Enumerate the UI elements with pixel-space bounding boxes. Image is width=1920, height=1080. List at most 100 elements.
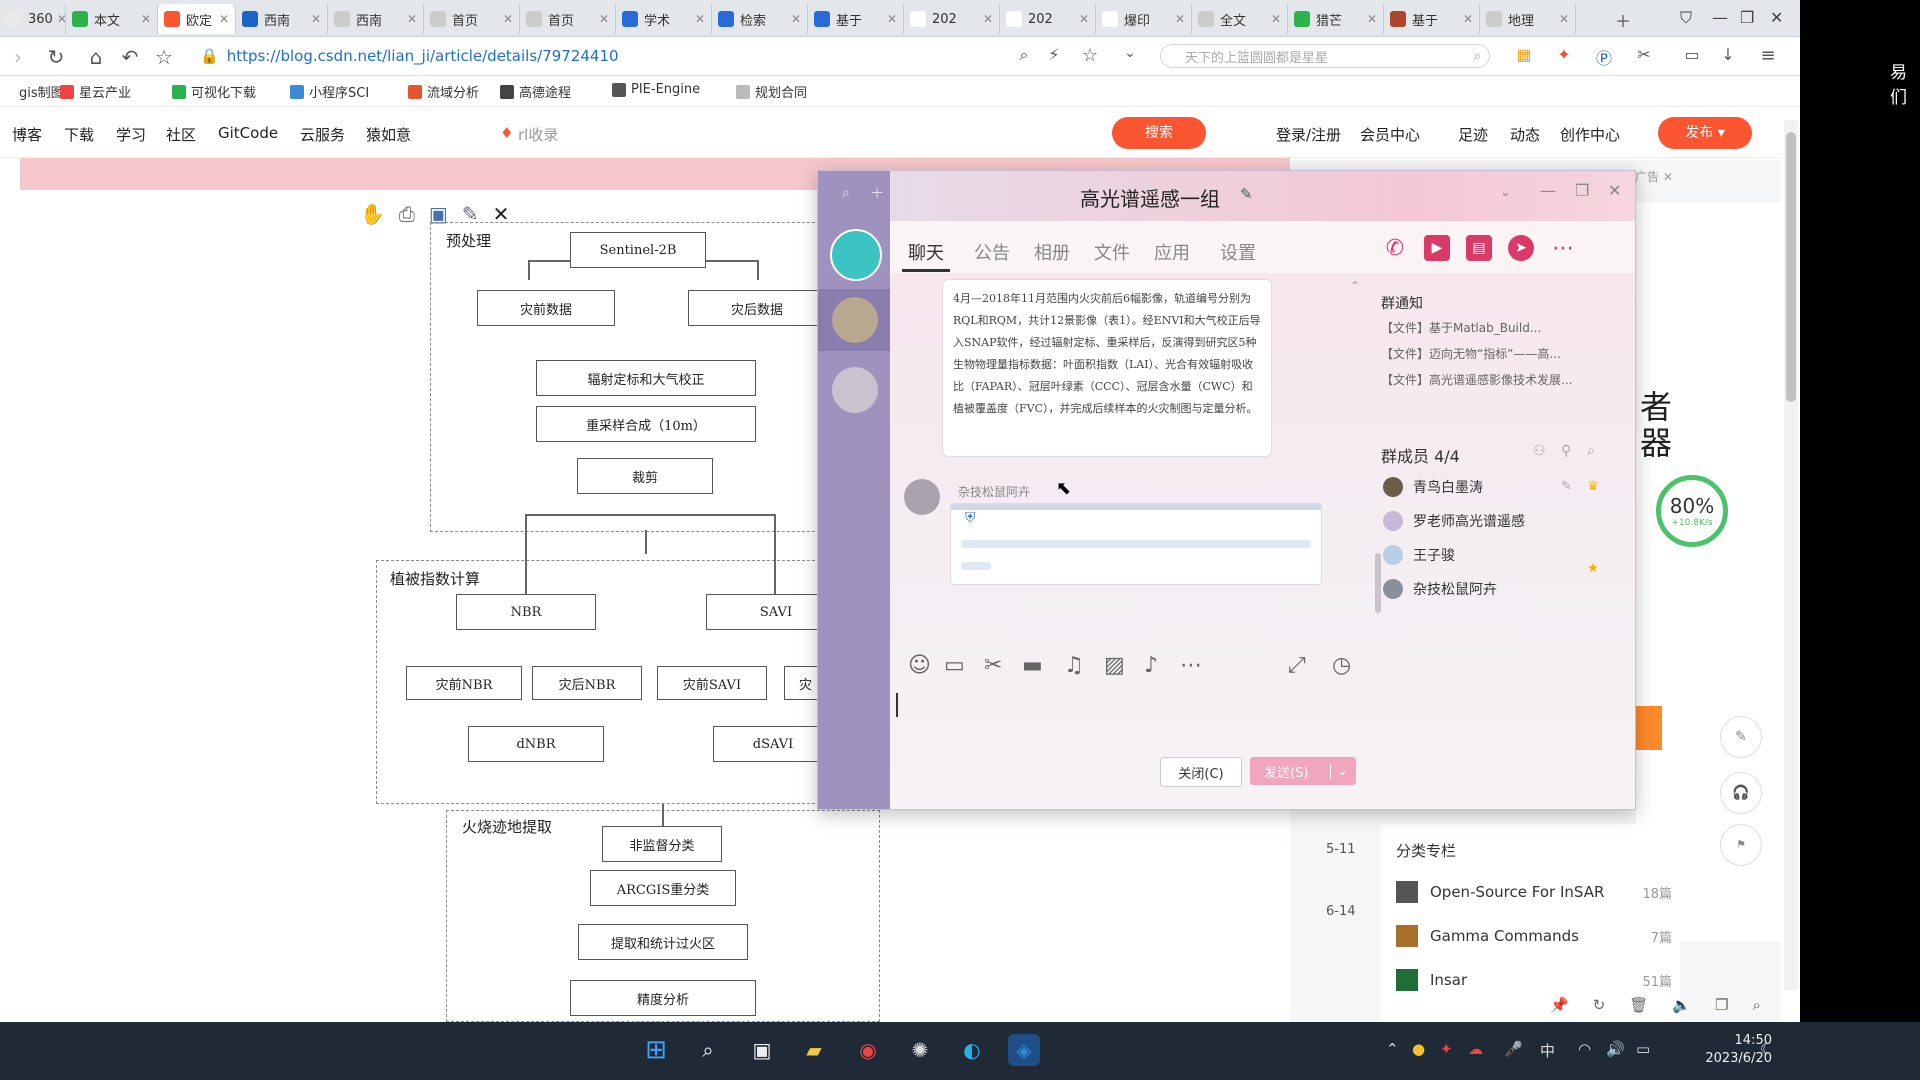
edit-icon[interactable]: ✎ — [1240, 185, 1253, 203]
share-icon[interactable]: ➤ — [1508, 235, 1534, 261]
conversation-selected[interactable] — [818, 289, 890, 351]
tab[interactable]: 地理 ✕ — [1480, 4, 1576, 34]
battery-icon[interactable]: ▭ — [1636, 1040, 1650, 1058]
category-item[interactable]: Insar 51篇 — [1396, 968, 1672, 992]
window-icon[interactable]: ❐ — [1715, 996, 1728, 1014]
undo-icon[interactable]: ↶ — [118, 45, 142, 69]
report-icon[interactable]: ⚑ — [1720, 824, 1762, 866]
refresh-icon[interactable]: ↻ — [1593, 996, 1606, 1014]
home-icon[interactable]: ⌂ — [84, 45, 108, 69]
close-icon[interactable]: ✕ — [307, 12, 321, 26]
publish-button[interactable]: 发布 ▾ — [1658, 117, 1752, 149]
file-card[interactable]: ⛨ — [950, 503, 1322, 585]
pin-icon[interactable]: 📌 — [1550, 996, 1569, 1014]
chevron-down-icon[interactable]: ⌄ — [1118, 45, 1142, 61]
site-nav-item[interactable]: 云服务 — [300, 124, 345, 145]
close-icon[interactable]: ✕ — [1075, 12, 1089, 26]
clock-icon[interactable]: ◷ — [1332, 653, 1351, 678]
close-icon[interactable]: ✕ — [137, 12, 151, 26]
volume-icon[interactable]: 🔊 — [1606, 1040, 1625, 1058]
tray-app-icon[interactable]: ☁ — [1468, 1040, 1483, 1058]
bell-icon[interactable]: ♪ — [1144, 653, 1158, 678]
orange-button[interactable] — [1636, 706, 1662, 750]
windows-start-icon[interactable]: ⊞ — [640, 1034, 672, 1066]
screen-share-icon[interactable]: ▤ — [1466, 235, 1492, 261]
minimize-button[interactable]: — — [1540, 181, 1556, 200]
tab[interactable]: 学术 ✕ — [616, 4, 712, 34]
more-icon[interactable]: ⋯ — [1180, 653, 1202, 678]
tab[interactable]: 202 ✕ — [1000, 4, 1096, 34]
scrollbar[interactable] — [1784, 120, 1798, 990]
tab[interactable]: 基于 ✕ — [808, 4, 904, 34]
qq-icon[interactable]: ◈ — [1008, 1034, 1040, 1066]
edit-icon[interactable]: ✎ — [1561, 479, 1572, 494]
chat-tab[interactable]: 设置 — [1220, 239, 1256, 265]
close-icon[interactable]: ✕ — [1363, 12, 1377, 26]
bookmark-item[interactable]: PIE-Engine — [612, 82, 700, 97]
maximize-button[interactable]: ❐ — [1740, 8, 1754, 27]
sender-avatar[interactable] — [904, 479, 940, 515]
url-field[interactable]: 🔒 https://blog.csdn.net/lian_ji/article/… — [200, 43, 1000, 69]
network-speed-widget[interactable]: 80% +10.8K/s — [1656, 475, 1728, 547]
chevron-down-icon[interactable]: ⌄ — [1500, 185, 1511, 200]
close-icon[interactable]: ✕ — [883, 12, 897, 26]
chevron-up-icon[interactable]: ⌃ — [1386, 1040, 1399, 1058]
bookmark-item[interactable]: 小程序SCI — [290, 82, 369, 101]
close-button[interactable]: 关闭(C) — [1160, 757, 1242, 787]
close-icon[interactable]: ✕ — [1171, 12, 1185, 26]
print-icon[interactable]: ⎙ — [399, 202, 415, 226]
tab[interactable]: 本文 ✕ — [66, 4, 158, 34]
zoom-icon[interactable]: ⌕ — [1012, 45, 1036, 65]
scrollbar-thumb[interactable] — [1786, 132, 1796, 402]
search-icon[interactable]: ⌕ — [1474, 49, 1481, 64]
close-icon[interactable]: ✕ — [215, 12, 229, 26]
tab[interactable]: 首页 ✕ — [424, 4, 520, 34]
user-nav-item[interactable]: 登录/注册 — [1276, 124, 1341, 145]
bookmark-item[interactable]: gis制图 — [0, 82, 64, 101]
tab[interactable]: 检索 ✕ — [712, 4, 808, 34]
chevron-down-icon[interactable]: ⌄ — [1330, 763, 1348, 779]
star-icon[interactable]: ☆ — [152, 45, 176, 69]
maximize-button[interactable]: ❐ — [1575, 181, 1589, 200]
tab[interactable]: 360 ✕ — [0, 4, 66, 34]
notice-item[interactable]: 【文件】高光谱遥感影像技术发展... — [1381, 371, 1621, 388]
tray-app-icon[interactable]: ● — [1412, 1040, 1425, 1058]
member-item[interactable]: 杂技松鼠阿卉 — [1383, 579, 1497, 599]
tool-icon[interactable]: ✋ — [360, 202, 385, 226]
category-item[interactable]: Open-Source For InSAR 18篇 — [1396, 880, 1672, 904]
chat-tab[interactable]: 聊天 — [908, 239, 944, 265]
forward-icon[interactable]: › — [6, 45, 30, 69]
bookmark-item[interactable]: 流域分析 — [408, 82, 479, 101]
download-icon[interactable]: ↓ — [1716, 45, 1740, 64]
gif-icon[interactable]: ▭ — [944, 653, 965, 678]
category-item[interactable]: Gamma Commands 7篇 — [1396, 924, 1672, 948]
zoom-icon[interactable]: ⌕ — [1752, 996, 1760, 1014]
task-view-icon[interactable]: ▣ — [746, 1034, 778, 1066]
site-nav-item[interactable]: 下载 — [64, 124, 94, 145]
tab[interactable]: 202 ✕ — [904, 4, 1000, 34]
edit-icon[interactable]: ✎ — [1720, 716, 1762, 758]
member-item[interactable]: 罗老师高光谱遥感 — [1383, 511, 1525, 531]
chat-tab[interactable]: 应用 — [1154, 239, 1190, 265]
scissors-icon[interactable]: ✂ — [984, 653, 1002, 678]
chat-tab[interactable]: 相册 — [1034, 239, 1070, 265]
send-button[interactable]: 发送(S) ⌄ — [1250, 757, 1356, 785]
game-icon[interactable]: ✦ — [1552, 45, 1576, 64]
member-item[interactable]: 王子骏 — [1383, 545, 1455, 565]
apps-icon[interactable]: ▦ — [1512, 45, 1536, 64]
search-input[interactable]: 天下的上篮圆圆都是星星 ⌕ — [1160, 44, 1490, 68]
site-nav-item[interactable]: 博客 — [12, 124, 42, 145]
tab[interactable]: 西南 ✕ — [328, 4, 424, 34]
trash-icon[interactable]: 🗑 — [1629, 996, 1648, 1014]
site-nav-item[interactable]: 社区 — [166, 124, 196, 145]
group-icon[interactable]: ⚇ — [1533, 443, 1546, 459]
user-nav-item[interactable]: 创作中心 — [1560, 124, 1620, 145]
close-icon[interactable]: ✕ — [595, 12, 609, 26]
chat-tab[interactable]: 公告 — [974, 239, 1010, 265]
moon-icon[interactable]: ☾ — [1760, 1040, 1773, 1058]
group-avatar[interactable] — [830, 229, 882, 281]
search-icon[interactable]: ⌕ — [1587, 443, 1595, 459]
close-icon[interactable]: ✕ — [787, 12, 801, 26]
close-window-button[interactable]: ✕ — [1770, 8, 1783, 27]
bookmark-item[interactable]: 星云产业 — [60, 82, 131, 101]
